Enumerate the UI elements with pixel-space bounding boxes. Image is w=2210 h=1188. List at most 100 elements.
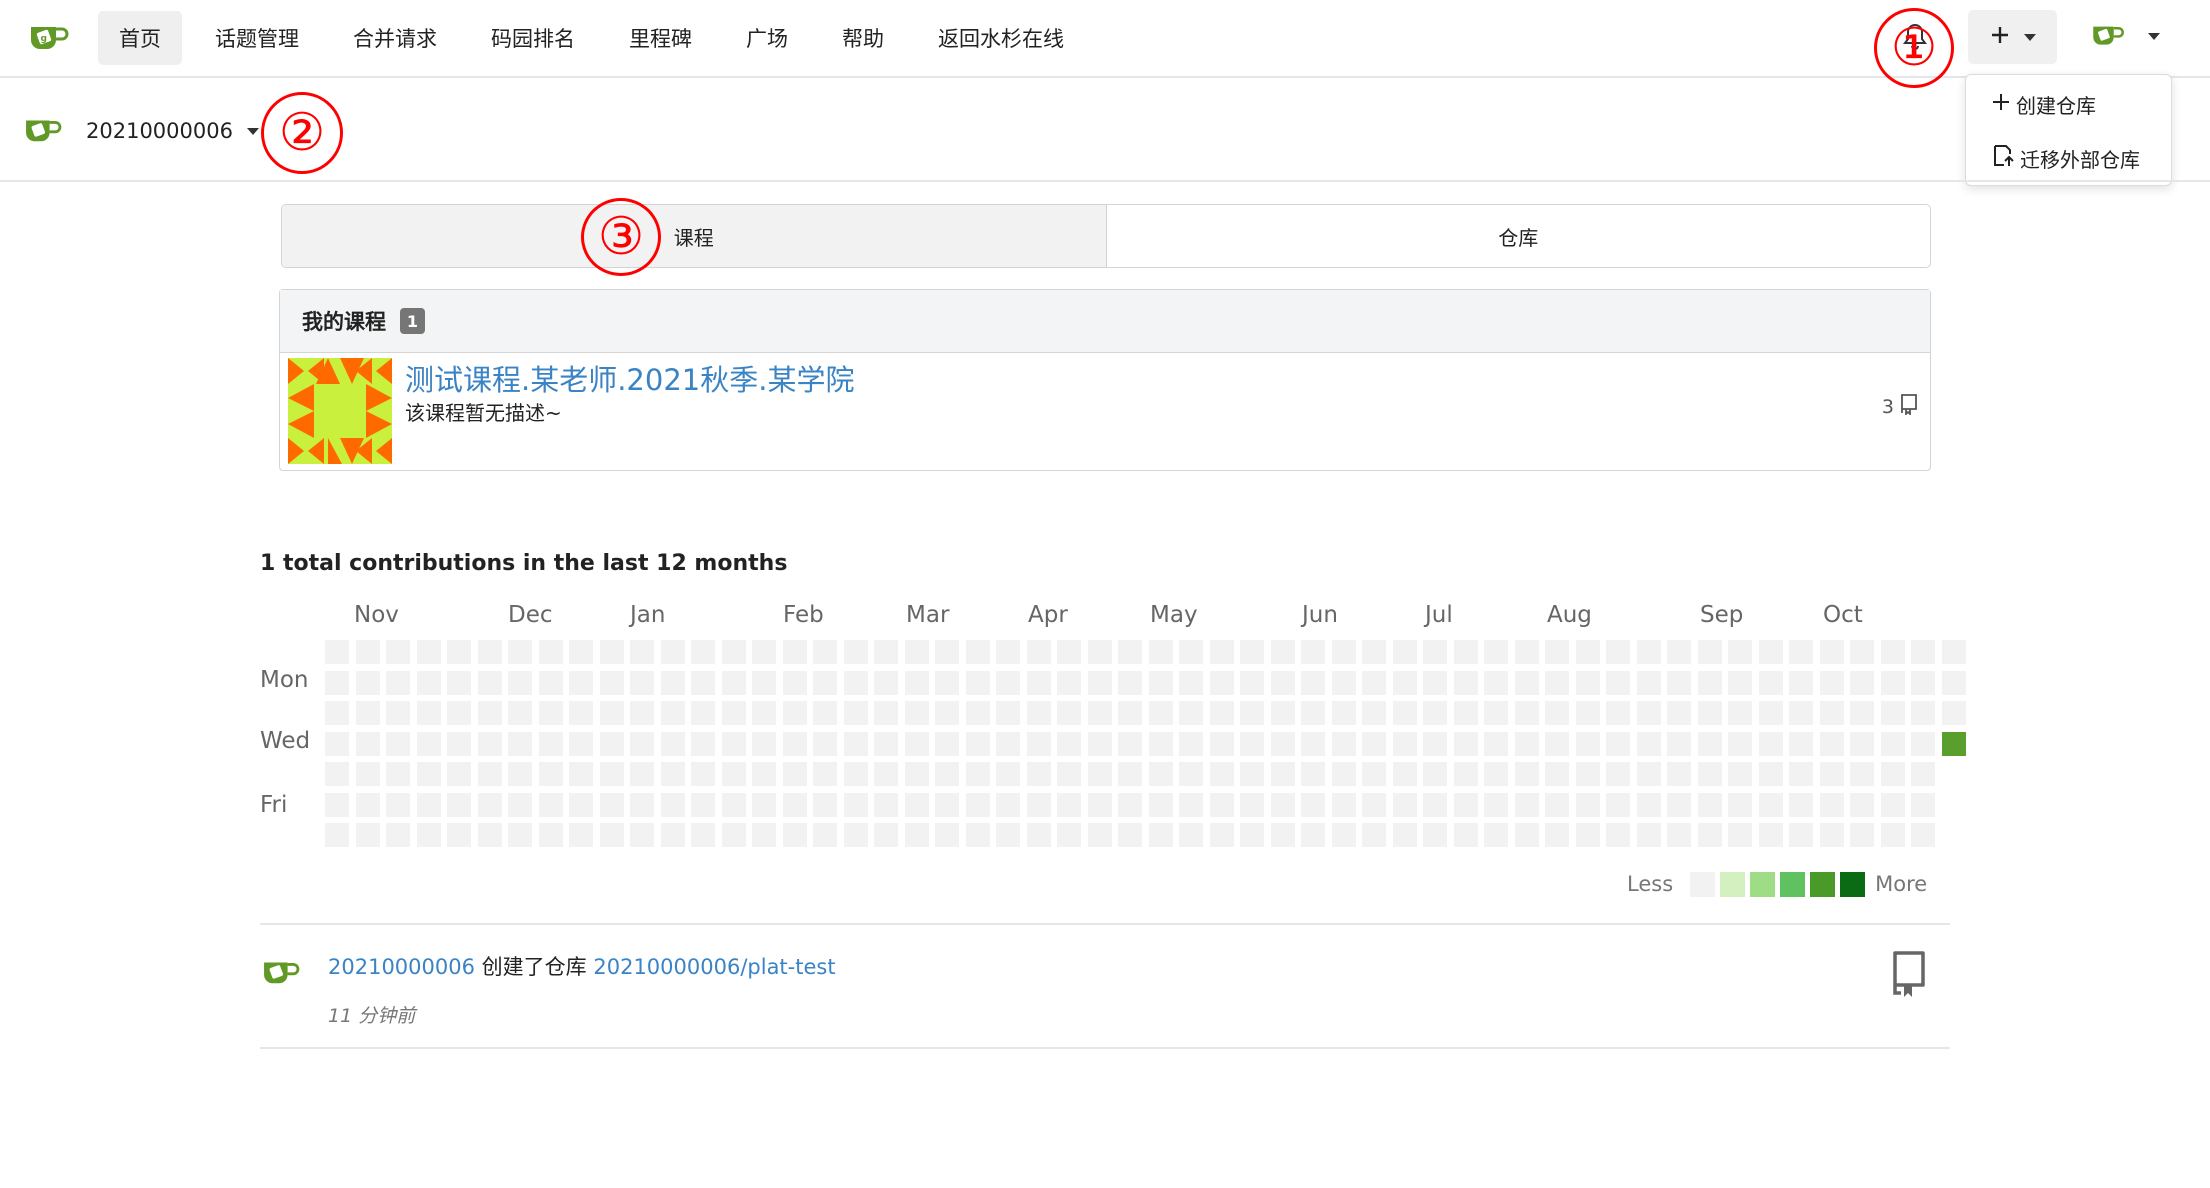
heatmap-cell[interactable] [813, 671, 837, 695]
heatmap-cell[interactable] [996, 671, 1020, 695]
heatmap-cell[interactable] [1362, 640, 1386, 664]
heatmap-cell[interactable] [1027, 701, 1051, 725]
heatmap-cell[interactable] [661, 732, 685, 756]
heatmap-cell[interactable] [935, 701, 959, 725]
heatmap-cell[interactable] [1606, 640, 1630, 664]
heatmap-cell[interactable] [1545, 823, 1569, 847]
heatmap-cell[interactable] [386, 762, 410, 786]
heatmap-cell[interactable] [1057, 793, 1081, 817]
heatmap-cell[interactable] [1850, 671, 1874, 695]
create-new-button[interactable] [1968, 10, 2057, 64]
heatmap-cell[interactable] [600, 793, 624, 817]
heatmap-cell[interactable] [356, 793, 380, 817]
heatmap-cell[interactable] [447, 671, 471, 695]
heatmap-cell[interactable] [630, 671, 654, 695]
heatmap-cell[interactable] [1576, 762, 1600, 786]
heatmap-cell[interactable] [813, 762, 837, 786]
heatmap-cell[interactable] [1393, 640, 1417, 664]
heatmap-cell[interactable] [1667, 640, 1691, 664]
heatmap-cell[interactable] [1240, 732, 1264, 756]
heatmap-cell[interactable] [844, 671, 868, 695]
heatmap-cell[interactable] [1942, 701, 1966, 725]
heatmap-cell[interactable] [1332, 823, 1356, 847]
heatmap-cell[interactable] [1362, 793, 1386, 817]
heatmap-cell[interactable] [539, 823, 563, 847]
heatmap-cell[interactable] [1301, 640, 1325, 664]
heatmap-cell[interactable] [1789, 762, 1813, 786]
heatmap-cell[interactable] [752, 762, 776, 786]
heatmap-cell[interactable] [1515, 640, 1539, 664]
heatmap-cell[interactable] [783, 640, 807, 664]
feed-repo-link[interactable]: 20210000006/plat-test [593, 955, 835, 979]
heatmap-cell[interactable] [905, 732, 929, 756]
heatmap-cell[interactable] [1850, 732, 1874, 756]
heatmap-cell[interactable] [1728, 640, 1752, 664]
heatmap-cell[interactable] [1118, 823, 1142, 847]
heatmap-cell[interactable] [1606, 732, 1630, 756]
heatmap-cell[interactable] [1057, 762, 1081, 786]
heatmap-cell[interactable] [1149, 793, 1173, 817]
heatmap-cell[interactable] [722, 671, 746, 695]
heatmap-cell[interactable] [1118, 701, 1142, 725]
heatmap-cell[interactable] [966, 640, 990, 664]
heatmap-cell[interactable] [1820, 640, 1844, 664]
heatmap-cell[interactable] [874, 671, 898, 695]
heatmap-cell[interactable] [1698, 823, 1722, 847]
heatmap-cell[interactable] [1454, 701, 1478, 725]
heatmap-cell[interactable] [783, 793, 807, 817]
heatmap-cell[interactable] [752, 640, 776, 664]
heatmap-cell[interactable] [1881, 793, 1905, 817]
heatmap-cell[interactable] [661, 701, 685, 725]
heatmap-cell[interactable] [1454, 762, 1478, 786]
heatmap-cell[interactable] [569, 732, 593, 756]
heatmap-cell[interactable] [569, 701, 593, 725]
heatmap-cell[interactable] [1911, 732, 1935, 756]
heatmap-cell[interactable] [1301, 823, 1325, 847]
heatmap-cell[interactable] [508, 762, 532, 786]
heatmap-cell[interactable] [1667, 732, 1691, 756]
heatmap-cell[interactable] [386, 732, 410, 756]
heatmap-cell[interactable] [1789, 701, 1813, 725]
heatmap-cell[interactable] [1271, 701, 1295, 725]
heatmap-cell[interactable] [356, 671, 380, 695]
heatmap-cell[interactable] [417, 671, 441, 695]
heatmap-cell[interactable] [539, 701, 563, 725]
heatmap-cell[interactable] [996, 732, 1020, 756]
heatmap-cell[interactable] [1149, 762, 1173, 786]
heatmap-cell[interactable] [630, 823, 654, 847]
heatmap-cell[interactable] [1820, 671, 1844, 695]
heatmap-cell[interactable] [1545, 671, 1569, 695]
heatmap-cell[interactable] [1759, 823, 1783, 847]
heatmap-cell[interactable] [1484, 671, 1508, 695]
heatmap-cell[interactable] [508, 701, 532, 725]
heatmap-cell[interactable] [1911, 701, 1935, 725]
heatmap-cell[interactable] [1515, 701, 1539, 725]
heatmap-cell[interactable] [813, 732, 837, 756]
heatmap-cell[interactable] [752, 793, 776, 817]
heatmap-cell[interactable] [1606, 671, 1630, 695]
heatmap-cell[interactable] [1515, 732, 1539, 756]
heatmap-cell[interactable] [1728, 762, 1752, 786]
heatmap-cell[interactable] [905, 823, 929, 847]
heatmap-cell[interactable] [325, 732, 349, 756]
heatmap-cell[interactable] [1271, 762, 1295, 786]
heatmap-cell[interactable] [1423, 701, 1447, 725]
heatmap-cell[interactable] [386, 793, 410, 817]
heatmap-cell[interactable] [874, 640, 898, 664]
heatmap-cell[interactable] [1820, 762, 1844, 786]
heatmap-cell[interactable] [569, 671, 593, 695]
heatmap-cell[interactable] [966, 793, 990, 817]
heatmap-cell[interactable] [1301, 762, 1325, 786]
heatmap-cell[interactable] [1911, 793, 1935, 817]
heatmap-cell[interactable] [1515, 793, 1539, 817]
heatmap-cell[interactable] [966, 762, 990, 786]
heatmap-cell[interactable] [844, 701, 868, 725]
heatmap-cell[interactable] [661, 793, 685, 817]
heatmap-cell[interactable] [600, 732, 624, 756]
heatmap-cell[interactable] [386, 671, 410, 695]
heatmap-cell[interactable] [478, 762, 502, 786]
heatmap-cell[interactable] [600, 671, 624, 695]
heatmap-cell[interactable] [1576, 701, 1600, 725]
heatmap-cell[interactable] [1057, 671, 1081, 695]
heatmap-cell[interactable] [1911, 671, 1935, 695]
